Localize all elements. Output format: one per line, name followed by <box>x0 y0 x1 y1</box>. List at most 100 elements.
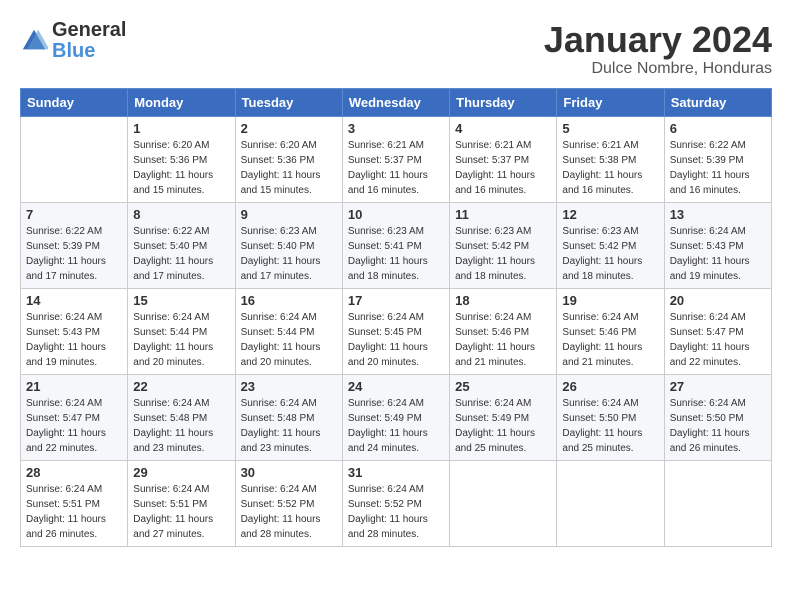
day-number: 28 <box>26 465 122 480</box>
day-number: 18 <box>455 293 551 308</box>
table-row: 25 Sunrise: 6:24 AMSunset: 5:49 PMDaylig… <box>450 374 557 460</box>
col-friday: Friday <box>557 88 664 116</box>
table-row: 26 Sunrise: 6:24 AMSunset: 5:50 PMDaylig… <box>557 374 664 460</box>
day-info: Sunrise: 6:21 AMSunset: 5:38 PMDaylight:… <box>562 138 658 198</box>
table-row: 19 Sunrise: 6:24 AMSunset: 5:46 PMDaylig… <box>557 288 664 374</box>
day-info: Sunrise: 6:23 AMSunset: 5:42 PMDaylight:… <box>562 224 658 284</box>
calendar-week-row: 7 Sunrise: 6:22 AMSunset: 5:39 PMDayligh… <box>21 202 772 288</box>
table-row: 23 Sunrise: 6:24 AMSunset: 5:48 PMDaylig… <box>235 374 342 460</box>
calendar-week-row: 14 Sunrise: 6:24 AMSunset: 5:43 PMDaylig… <box>21 288 772 374</box>
day-number: 27 <box>670 379 766 394</box>
day-number: 20 <box>670 293 766 308</box>
table-row: 12 Sunrise: 6:23 AMSunset: 5:42 PMDaylig… <box>557 202 664 288</box>
logo-text-blue: Blue <box>52 40 95 62</box>
table-row: 24 Sunrise: 6:24 AMSunset: 5:49 PMDaylig… <box>342 374 449 460</box>
day-number: 21 <box>26 379 122 394</box>
day-info: Sunrise: 6:24 AMSunset: 5:47 PMDaylight:… <box>26 396 122 456</box>
table-row: 8 Sunrise: 6:22 AMSunset: 5:40 PMDayligh… <box>128 202 235 288</box>
day-number: 14 <box>26 293 122 308</box>
day-info: Sunrise: 6:24 AMSunset: 5:48 PMDaylight:… <box>133 396 229 456</box>
day-info: Sunrise: 6:24 AMSunset: 5:43 PMDaylight:… <box>670 224 766 284</box>
table-row: 22 Sunrise: 6:24 AMSunset: 5:48 PMDaylig… <box>128 374 235 460</box>
logo: General Blue <box>20 20 126 62</box>
col-monday: Monday <box>128 88 235 116</box>
calendar-week-row: 28 Sunrise: 6:24 AMSunset: 5:51 PMDaylig… <box>21 460 772 546</box>
day-number: 11 <box>455 207 551 222</box>
day-info: Sunrise: 6:20 AMSunset: 5:36 PMDaylight:… <box>241 138 337 198</box>
day-number: 23 <box>241 379 337 394</box>
table-row <box>557 460 664 546</box>
day-number: 26 <box>562 379 658 394</box>
location-subtitle: Dulce Nombre, Honduras <box>544 60 772 78</box>
table-row <box>450 460 557 546</box>
table-row: 10 Sunrise: 6:23 AMSunset: 5:41 PMDaylig… <box>342 202 449 288</box>
day-number: 30 <box>241 465 337 480</box>
table-row: 6 Sunrise: 6:22 AMSunset: 5:39 PMDayligh… <box>664 116 771 202</box>
table-row: 2 Sunrise: 6:20 AMSunset: 5:36 PMDayligh… <box>235 116 342 202</box>
day-info: Sunrise: 6:24 AMSunset: 5:50 PMDaylight:… <box>670 396 766 456</box>
table-row: 13 Sunrise: 6:24 AMSunset: 5:43 PMDaylig… <box>664 202 771 288</box>
month-title: January 2024 <box>544 20 772 60</box>
day-number: 31 <box>348 465 444 480</box>
day-info: Sunrise: 6:24 AMSunset: 5:44 PMDaylight:… <box>133 310 229 370</box>
table-row: 30 Sunrise: 6:24 AMSunset: 5:52 PMDaylig… <box>235 460 342 546</box>
table-row: 18 Sunrise: 6:24 AMSunset: 5:46 PMDaylig… <box>450 288 557 374</box>
table-row: 17 Sunrise: 6:24 AMSunset: 5:45 PMDaylig… <box>342 288 449 374</box>
day-number: 13 <box>670 207 766 222</box>
day-number: 1 <box>133 121 229 136</box>
day-info: Sunrise: 6:24 AMSunset: 5:46 PMDaylight:… <box>455 310 551 370</box>
day-info: Sunrise: 6:24 AMSunset: 5:51 PMDaylight:… <box>26 482 122 542</box>
day-number: 6 <box>670 121 766 136</box>
table-row: 11 Sunrise: 6:23 AMSunset: 5:42 PMDaylig… <box>450 202 557 288</box>
day-info: Sunrise: 6:24 AMSunset: 5:51 PMDaylight:… <box>133 482 229 542</box>
day-number: 2 <box>241 121 337 136</box>
day-number: 12 <box>562 207 658 222</box>
day-info: Sunrise: 6:20 AMSunset: 5:36 PMDaylight:… <box>133 138 229 198</box>
day-info: Sunrise: 6:22 AMSunset: 5:40 PMDaylight:… <box>133 224 229 284</box>
day-info: Sunrise: 6:24 AMSunset: 5:43 PMDaylight:… <box>26 310 122 370</box>
table-row: 21 Sunrise: 6:24 AMSunset: 5:47 PMDaylig… <box>21 374 128 460</box>
logo-text-general: General <box>52 19 126 41</box>
table-row <box>21 116 128 202</box>
day-number: 10 <box>348 207 444 222</box>
page-header: General Blue January 2024 Dulce Nombre, … <box>20 20 772 78</box>
day-info: Sunrise: 6:24 AMSunset: 5:46 PMDaylight:… <box>562 310 658 370</box>
table-row: 28 Sunrise: 6:24 AMSunset: 5:51 PMDaylig… <box>21 460 128 546</box>
table-row: 5 Sunrise: 6:21 AMSunset: 5:38 PMDayligh… <box>557 116 664 202</box>
day-info: Sunrise: 6:22 AMSunset: 5:39 PMDaylight:… <box>26 224 122 284</box>
calendar-header-row: Sunday Monday Tuesday Wednesday Thursday… <box>21 88 772 116</box>
day-info: Sunrise: 6:24 AMSunset: 5:49 PMDaylight:… <box>455 396 551 456</box>
calendar-table: Sunday Monday Tuesday Wednesday Thursday… <box>20 88 772 547</box>
col-sunday: Sunday <box>21 88 128 116</box>
table-row: 27 Sunrise: 6:24 AMSunset: 5:50 PMDaylig… <box>664 374 771 460</box>
title-area: January 2024 Dulce Nombre, Honduras <box>544 20 772 78</box>
table-row: 16 Sunrise: 6:24 AMSunset: 5:44 PMDaylig… <box>235 288 342 374</box>
day-info: Sunrise: 6:21 AMSunset: 5:37 PMDaylight:… <box>348 138 444 198</box>
day-number: 7 <box>26 207 122 222</box>
col-tuesday: Tuesday <box>235 88 342 116</box>
day-number: 9 <box>241 207 337 222</box>
table-row <box>664 460 771 546</box>
day-number: 4 <box>455 121 551 136</box>
day-info: Sunrise: 6:24 AMSunset: 5:47 PMDaylight:… <box>670 310 766 370</box>
day-number: 19 <box>562 293 658 308</box>
table-row: 1 Sunrise: 6:20 AMSunset: 5:36 PMDayligh… <box>128 116 235 202</box>
day-number: 17 <box>348 293 444 308</box>
day-info: Sunrise: 6:24 AMSunset: 5:50 PMDaylight:… <box>562 396 658 456</box>
table-row: 14 Sunrise: 6:24 AMSunset: 5:43 PMDaylig… <box>21 288 128 374</box>
day-info: Sunrise: 6:24 AMSunset: 5:48 PMDaylight:… <box>241 396 337 456</box>
day-number: 5 <box>562 121 658 136</box>
day-info: Sunrise: 6:23 AMSunset: 5:41 PMDaylight:… <box>348 224 444 284</box>
table-row: 3 Sunrise: 6:21 AMSunset: 5:37 PMDayligh… <box>342 116 449 202</box>
day-info: Sunrise: 6:24 AMSunset: 5:49 PMDaylight:… <box>348 396 444 456</box>
table-row: 9 Sunrise: 6:23 AMSunset: 5:40 PMDayligh… <box>235 202 342 288</box>
day-info: Sunrise: 6:24 AMSunset: 5:52 PMDaylight:… <box>241 482 337 542</box>
col-wednesday: Wednesday <box>342 88 449 116</box>
day-info: Sunrise: 6:24 AMSunset: 5:44 PMDaylight:… <box>241 310 337 370</box>
day-info: Sunrise: 6:23 AMSunset: 5:42 PMDaylight:… <box>455 224 551 284</box>
day-info: Sunrise: 6:21 AMSunset: 5:37 PMDaylight:… <box>455 138 551 198</box>
day-info: Sunrise: 6:24 AMSunset: 5:45 PMDaylight:… <box>348 310 444 370</box>
day-number: 22 <box>133 379 229 394</box>
table-row: 20 Sunrise: 6:24 AMSunset: 5:47 PMDaylig… <box>664 288 771 374</box>
day-number: 24 <box>348 379 444 394</box>
